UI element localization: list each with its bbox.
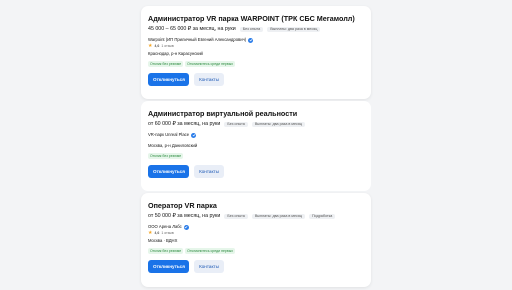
vacancy-address: Краснодар, р-н Карасунский [148, 51, 203, 56]
verified-icon [191, 132, 197, 138]
experience-tag: Без опыта [224, 122, 248, 127]
vacancy-address: Москва · ВДНХ [148, 238, 178, 243]
rating-value: 4,6 [154, 44, 160, 48]
vacancy-card[interactable]: Оператор VR парка от 50 000 ₽ за месяц, … [141, 193, 371, 287]
vacancy-card[interactable]: Администратор виртуальной реальности от … [141, 101, 371, 191]
contacts-button[interactable]: Контакты [194, 260, 224, 273]
apply-button[interactable]: Откликнуться [148, 260, 189, 273]
vacancy-title[interactable]: Администратор виртуальной реальности [148, 109, 365, 118]
be-first-badge: Откликнитесь среди первых [185, 61, 235, 67]
contacts-button[interactable]: Контакты [194, 73, 224, 86]
be-first-badge: Откликнитесь среди первых [185, 248, 235, 254]
no-resume-badge: Отклик без резюме [148, 153, 184, 159]
employer-name[interactable]: ООО Арена Лабс [148, 224, 182, 230]
vacancy-salary: от 50 000 ₽ за месяц, на руки [148, 213, 221, 219]
part-time-tag: Подработка [308, 214, 336, 219]
experience-tag: Без опыта [224, 214, 248, 219]
rating-note: 1 отзыв [161, 231, 174, 235]
verified-icon [183, 224, 189, 230]
payment-tag: Выплаты: два раза в месяц [251, 214, 305, 219]
vacancy-address: Москва, р-н Даниловский [148, 143, 198, 148]
contacts-button[interactable]: Контакты [194, 165, 224, 178]
no-resume-badge: Отклик без резюме [148, 61, 184, 67]
experience-tag: Без опыта [239, 27, 264, 32]
vacancy-salary: 45 000 – 65 000 ₽ за месяц, на руки [148, 26, 236, 32]
employer-rating: ★ 4,6 1 отзыв [148, 44, 365, 49]
employer-name[interactable]: VR-парк Unreal Place [148, 132, 189, 138]
rating-note: 1 отзыв [161, 44, 174, 48]
star-icon: ★ [148, 43, 153, 49]
vacancy-salary: от 60 000 ₽ за месяц, на руки [148, 121, 221, 127]
no-resume-badge: Отклик без резюме [148, 248, 184, 254]
vacancy-title[interactable]: Оператор VR парка [148, 201, 365, 210]
vacancy-card[interactable]: Администратор VR парка WARPOINT (ТРК СБС… [141, 6, 371, 99]
employer-name[interactable]: Warpoint (ИП Приличный Евгений Александр… [148, 37, 246, 43]
vacancy-title[interactable]: Администратор VR парка WARPOINT (ТРК СБС… [148, 14, 365, 23]
payment-tag: Выплаты: два раза в месяц [251, 122, 305, 127]
payment-tag: Выплаты: два раза в месяц [267, 27, 321, 32]
verified-icon [248, 37, 254, 43]
star-icon: ★ [148, 230, 153, 236]
apply-button[interactable]: Откликнуться [148, 165, 189, 178]
employer-rating: ★ 4,6 1 отзыв [148, 231, 365, 236]
rating-value: 4,6 [154, 231, 160, 235]
apply-button[interactable]: Откликнуться [148, 73, 189, 86]
